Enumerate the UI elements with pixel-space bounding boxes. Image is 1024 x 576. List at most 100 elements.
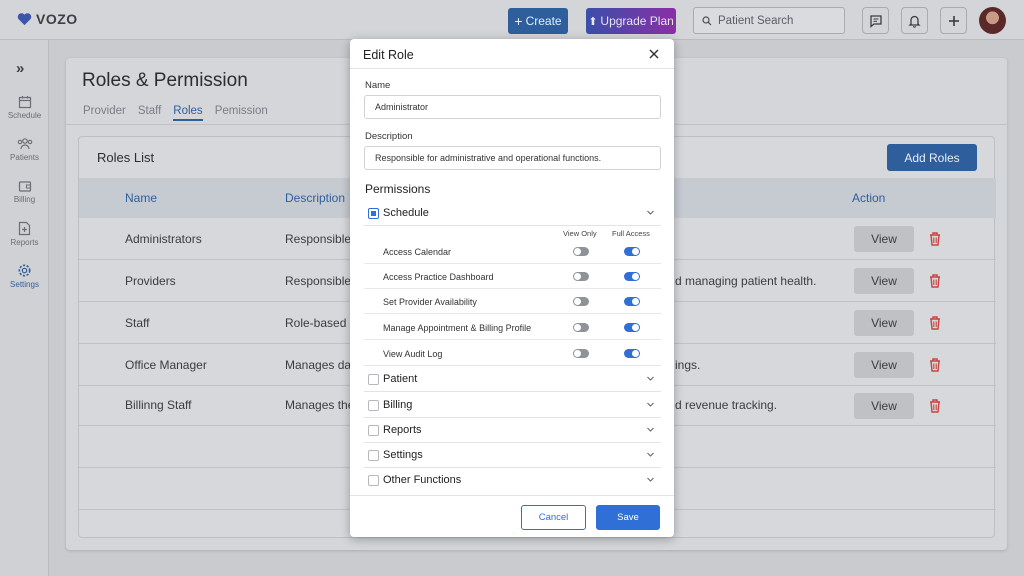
users-icon	[17, 138, 32, 150]
role-name: Administrators	[125, 232, 202, 246]
sidebar-label: Schedule	[7, 111, 42, 120]
section-checkbox[interactable]	[368, 475, 379, 486]
view-button[interactable]: View	[854, 352, 914, 378]
full-access-toggle[interactable]	[624, 349, 640, 358]
report-icon	[18, 221, 31, 236]
permission-label: View Audit Log	[383, 349, 443, 359]
chat-icon	[869, 14, 882, 28]
section-checkbox[interactable]	[368, 425, 379, 436]
role-description-tail: ings.	[675, 358, 701, 372]
chevron-down-icon[interactable]	[646, 450, 655, 459]
search-icon	[702, 15, 712, 25]
tab-staff[interactable]: Staff	[138, 105, 161, 121]
permission-section-patient[interactable]: Patient	[364, 367, 661, 392]
chevron-down-icon[interactable]	[646, 475, 655, 484]
chevron-down-icon[interactable]	[646, 400, 655, 409]
tab-permission[interactable]: Pemission	[215, 105, 268, 121]
user-avatar[interactable]	[979, 7, 1006, 34]
permission-row: Set Provider Availability	[364, 289, 661, 314]
view-only-toggle[interactable]	[573, 297, 589, 306]
close-icon[interactable]	[648, 48, 660, 60]
section-checkbox[interactable]	[368, 208, 379, 219]
chevron-up-icon[interactable]	[646, 208, 655, 217]
role-name: Staff	[125, 316, 150, 330]
view-only-toggle[interactable]	[573, 323, 589, 332]
permission-section-schedule[interactable]: Schedule	[364, 201, 661, 226]
expand-sidebar-icon[interactable]: »	[16, 60, 24, 77]
create-button[interactable]: + Create	[508, 8, 568, 34]
settings-tabs: Provider Staff Roles Pemission	[83, 105, 268, 121]
messages-button[interactable]	[862, 7, 889, 34]
search-placeholder: Patient Search	[718, 14, 794, 27]
permission-section-other-functions[interactable]: Other Functions	[364, 468, 661, 493]
section-name: Billing	[383, 399, 413, 411]
view-button[interactable]: View	[854, 226, 914, 252]
upgrade-plan-button[interactable]: ⬆ Upgrade Plan	[586, 8, 676, 34]
page-title: Roles & Permission	[82, 70, 248, 91]
column-header-action: Action	[852, 191, 886, 205]
chevron-down-icon[interactable]	[646, 425, 655, 434]
permission-section-reports[interactable]: Reports	[364, 418, 661, 443]
tab-provider[interactable]: Provider	[83, 105, 126, 121]
cancel-button[interactable]: Cancel	[521, 505, 586, 530]
modal-header: Edit Role	[350, 39, 674, 69]
full-access-toggle[interactable]	[624, 247, 640, 256]
permission-label: Access Practice Dashboard	[383, 272, 494, 282]
section-name: Settings	[383, 449, 423, 461]
add-button[interactable]	[940, 7, 967, 34]
view-only-toggle[interactable]	[573, 349, 589, 358]
full-access-toggle[interactable]	[624, 297, 640, 306]
trash-icon[interactable]	[928, 315, 942, 331]
view-button[interactable]: View	[854, 393, 914, 419]
section-name: Other Functions	[383, 474, 462, 486]
permission-section-billing[interactable]: Billing	[364, 393, 661, 418]
full-access-toggle[interactable]	[624, 272, 640, 281]
heart-logo-icon	[17, 13, 32, 26]
logo[interactable]: VOZO	[17, 11, 78, 27]
role-name: Billinng Staff	[125, 398, 192, 412]
modal-title: Edit Role	[363, 48, 414, 62]
section-checkbox[interactable]	[368, 450, 379, 461]
patient-search-input[interactable]: Patient Search	[693, 7, 845, 34]
section-checkbox[interactable]	[368, 400, 379, 411]
name-label: Name	[365, 80, 391, 91]
permissions-title: Permissions	[365, 182, 431, 196]
notifications-button[interactable]	[901, 7, 928, 34]
gear-icon	[18, 264, 31, 277]
view-button[interactable]: View	[854, 268, 914, 294]
plus-icon: +	[514, 13, 523, 29]
trash-icon[interactable]	[928, 231, 942, 247]
permission-label: Set Provider Availability	[383, 297, 477, 307]
full-access-toggle[interactable]	[624, 323, 640, 332]
trash-icon[interactable]	[928, 398, 942, 414]
sidebar-item-reports[interactable]: Reports	[0, 221, 49, 247]
permission-row: View Audit Log	[364, 341, 661, 366]
add-roles-button[interactable]: Add Roles	[887, 144, 977, 171]
permission-row: Access Calendar	[364, 239, 661, 264]
sidebar-item-settings[interactable]: Settings	[0, 263, 49, 289]
role-description-tail: d revenue tracking.	[675, 398, 778, 412]
sidebar-item-patients[interactable]: Patients	[0, 137, 49, 162]
save-button[interactable]: Save	[596, 505, 660, 530]
section-checkbox[interactable]	[368, 374, 379, 385]
column-full-access: Full Access	[612, 229, 650, 238]
tab-roles[interactable]: Roles	[173, 105, 203, 121]
sidebar-item-schedule[interactable]: Schedule	[0, 95, 49, 120]
section-name: Reports	[383, 424, 422, 436]
top-bar: VOZO + Create ⬆ Upgrade Plan Patient Sea…	[0, 0, 1024, 40]
sidebar-item-billing[interactable]: Billing	[0, 179, 49, 204]
permission-row: Access Practice Dashboard	[364, 264, 661, 289]
column-header-name: Name	[125, 191, 158, 205]
role-description-tail: d managing patient health.	[675, 274, 817, 288]
role-description-input[interactable]: Responsible for administrative and opera…	[364, 146, 661, 170]
chevron-down-icon[interactable]	[646, 374, 655, 383]
view-button[interactable]: View	[854, 310, 914, 336]
permission-section-settings[interactable]: Settings	[364, 443, 661, 468]
view-only-toggle[interactable]	[573, 247, 589, 256]
sidebar-label: Patients	[10, 153, 39, 162]
view-only-toggle[interactable]	[573, 272, 589, 281]
role-name-input[interactable]: Administrator	[364, 95, 661, 119]
trash-icon[interactable]	[928, 273, 942, 289]
trash-icon[interactable]	[928, 357, 942, 373]
section-name: Schedule	[383, 207, 429, 219]
